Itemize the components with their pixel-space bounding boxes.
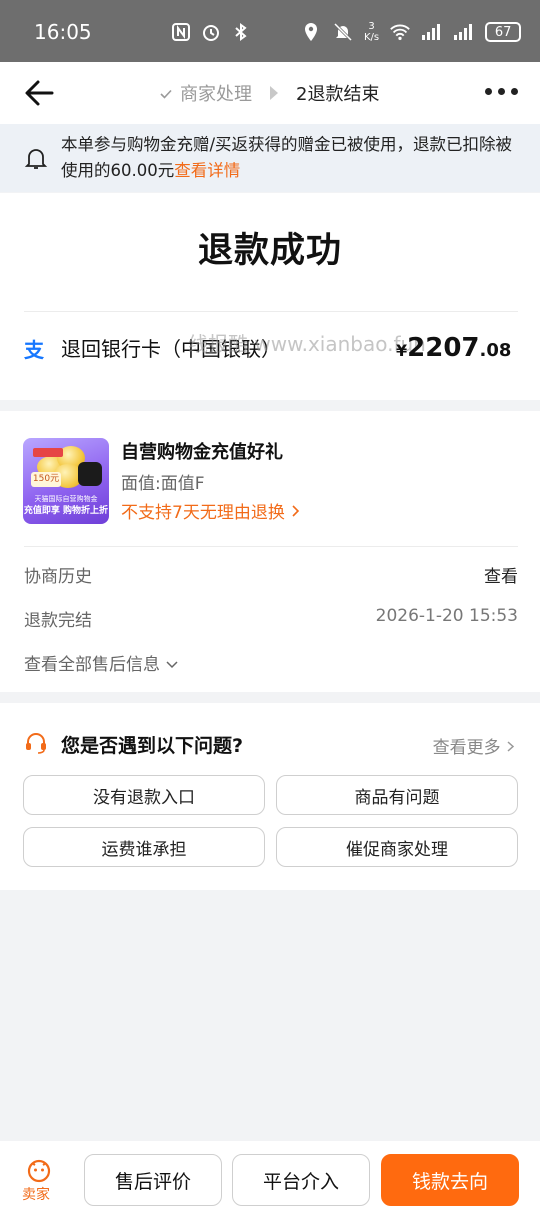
back-arrow-icon[interactable] [22, 78, 56, 108]
step-merchant-processing: 商家处理 [180, 84, 252, 105]
wifi-icon [389, 21, 411, 43]
negotiation-history-view-link[interactable]: 查看 [484, 562, 518, 587]
signal-icon [421, 21, 443, 43]
check-icon [160, 83, 172, 104]
net-speed: 3 K/s [364, 21, 380, 43]
bluetooth-icon [230, 21, 252, 43]
customer-service-icon [24, 731, 48, 755]
status-time: 16:05 [34, 20, 92, 44]
questions-title: 您是否遇到以下问题? [61, 735, 244, 757]
page-title: 退款成功 [197, 231, 342, 271]
chevron-right-icon [290, 503, 302, 523]
svg-text:支: 支 [24, 338, 45, 362]
step-refund-ended: 2退款结束 [296, 84, 380, 105]
battery-icon: 67 [485, 22, 522, 42]
progress-steps: 商家处理 2退款结束 [160, 80, 379, 106]
aftersale-review-button[interactable]: 售后评价 [84, 1154, 222, 1206]
seller-icon[interactable] [26, 1157, 52, 1183]
seller-label[interactable]: 卖家 [22, 1184, 50, 1204]
product-issue-button[interactable]: 商品有问题 [276, 775, 518, 815]
money-flow-button[interactable]: 钱款去向 [381, 1154, 519, 1206]
view-more-link[interactable]: 查看更多 [433, 733, 516, 758]
no-return-notice[interactable]: 不支持7天无理由退换 [121, 498, 302, 523]
product-spec: 面值:面值F [121, 474, 205, 494]
location-icon [300, 21, 322, 43]
refund-completed-label: 退款完结 [24, 611, 92, 631]
tmall-cat-icon [78, 462, 102, 486]
alipay-icon: 支 [22, 336, 48, 362]
divider [24, 311, 518, 312]
divider [24, 546, 518, 547]
product-thumbnail[interactable]: 150元 天猫国际自营购物金 充值即享 购物折上折 [23, 438, 109, 524]
no-refund-entry-button[interactable]: 没有退款入口 [23, 775, 265, 815]
status-bar: 16:05 3 K/s 67 [0, 0, 540, 62]
negotiation-history-label: 协商历史 [24, 567, 92, 587]
shipping-fee-button[interactable]: 运费谁承担 [23, 827, 265, 867]
step-arrow-icon [270, 86, 278, 100]
notice-text: 本单参与购物金充赠/买返获得的赠金已被使用，退款已扣除被使用的60.00元查看详… [61, 135, 513, 180]
alarm-icon [200, 21, 222, 43]
mute-icon [332, 21, 354, 43]
notice-banner: 本单参与购物金充赠/买返获得的赠金已被使用，退款已扣除被使用的60.00元查看详… [0, 124, 540, 192]
bell-icon [24, 146, 48, 174]
view-all-aftersale-link[interactable]: 查看全部售后信息 [24, 650, 179, 675]
platform-intervene-button[interactable]: 平台介入 [232, 1154, 370, 1206]
nfc-icon [170, 21, 192, 43]
product-name[interactable]: 自营购物金充值好礼 [121, 438, 283, 464]
chevron-down-icon [165, 655, 179, 675]
watermark: 线报酷 www.xianbao.fun [188, 332, 426, 356]
refund-completed-time: 2026-1-20 15:53 [375, 606, 518, 626]
status-right-icons: 3 K/s 67 [300, 18, 522, 46]
urge-merchant-button[interactable]: 催促商家处理 [276, 827, 518, 867]
refund-amount: ¥2207.08 [396, 333, 512, 363]
more-menu-icon[interactable] [485, 88, 518, 95]
view-details-link[interactable]: 查看详情 [174, 161, 240, 180]
status-left-icons [170, 21, 252, 43]
signal-icon [453, 21, 475, 43]
chevron-right-icon [506, 738, 516, 758]
nav-bar: 商家处理 2退款结束 [0, 62, 540, 124]
